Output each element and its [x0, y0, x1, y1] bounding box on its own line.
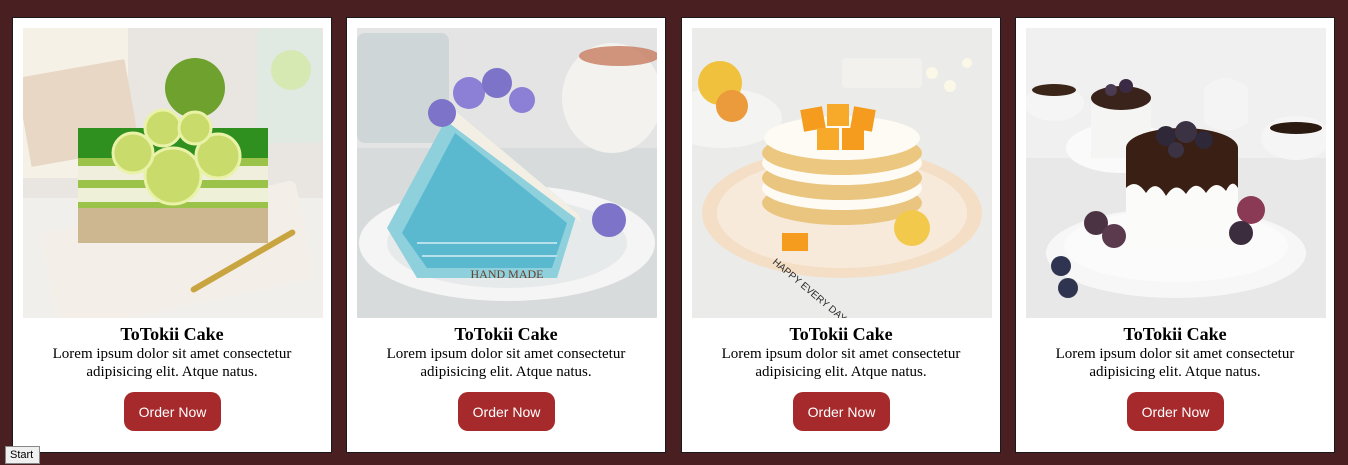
- order-now-button[interactable]: Order Now: [458, 392, 555, 431]
- card-title: ToTokii Cake: [454, 324, 558, 344]
- product-card: ToTokii Cake Lorem ipsum dolor sit amet …: [12, 17, 332, 453]
- card-title: ToTokii Cake: [120, 324, 224, 344]
- card-description: Lorem ipsum dolor sit amet consectetur a…: [1055, 346, 1295, 380]
- card-description: Lorem ipsum dolor sit amet consectetur a…: [386, 346, 626, 380]
- card-title: ToTokii Cake: [789, 324, 893, 344]
- cake-image: [1026, 28, 1326, 318]
- order-now-button[interactable]: Order Now: [124, 392, 221, 431]
- card-description: Lorem ipsum dolor sit amet consectetur a…: [721, 346, 961, 380]
- svg-text:HAND MADE: HAND MADE: [471, 267, 544, 281]
- cake-image: HAPPY EVERY DAY: [692, 28, 992, 318]
- product-card: ToTokii Cake Lorem ipsum dolor sit amet …: [1015, 17, 1335, 453]
- card-description: Lorem ipsum dolor sit amet consectetur a…: [52, 346, 292, 380]
- product-card: HAPPY EVERY DAY ToTokii Cake Lorem ipsum…: [681, 17, 1001, 453]
- card-title: ToTokii Cake: [1123, 324, 1227, 344]
- cake-image: HAND MADE: [357, 28, 657, 318]
- product-card: HAND MADE ToTokii Cake Lorem ipsum dolor…: [346, 17, 666, 453]
- order-now-button[interactable]: Order Now: [793, 392, 890, 431]
- cake-image: [23, 28, 323, 318]
- start-button[interactable]: Start: [5, 446, 40, 464]
- order-now-button[interactable]: Order Now: [1127, 392, 1224, 431]
